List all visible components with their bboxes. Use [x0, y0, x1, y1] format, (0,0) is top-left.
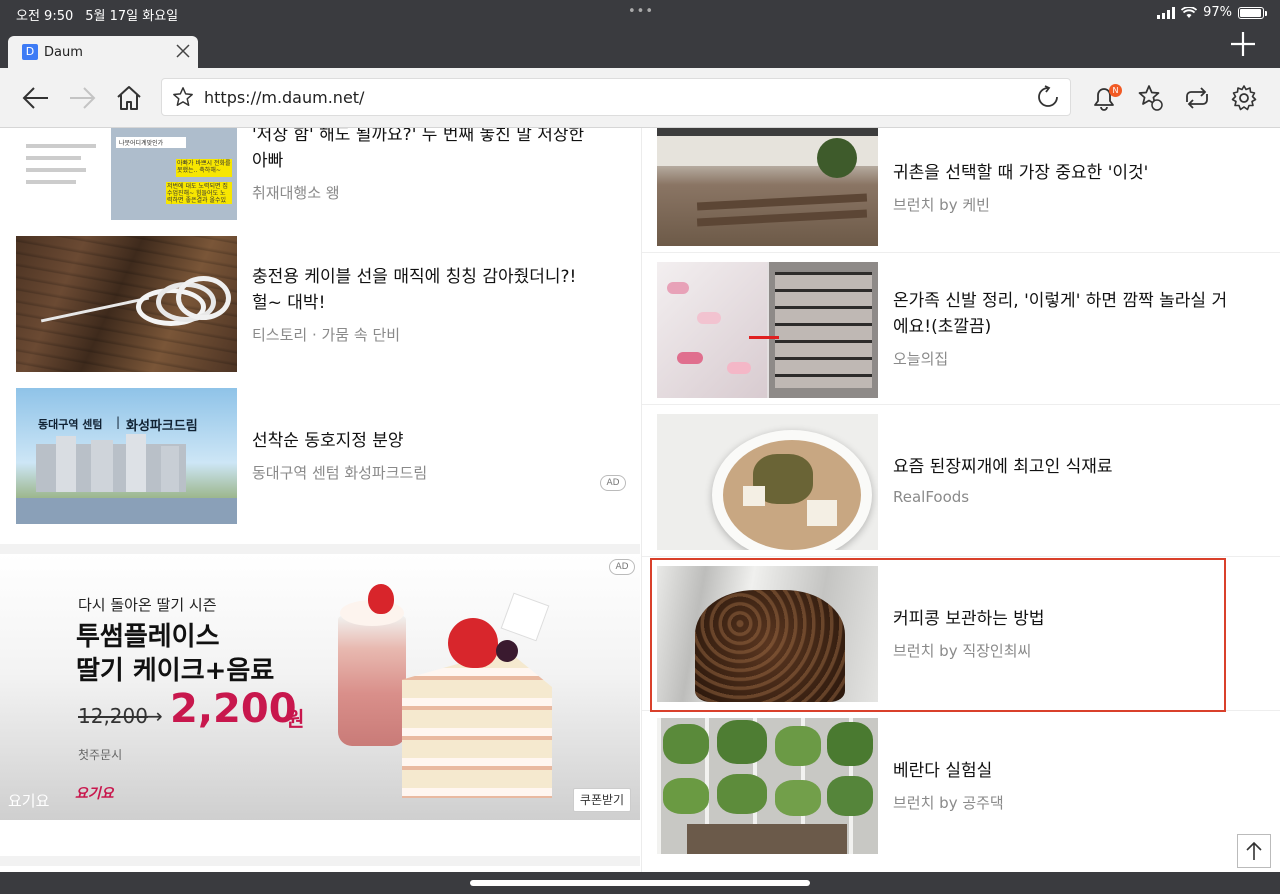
thumbnail-cable: [16, 236, 237, 372]
url-text[interactable]: https://m.daum.net/: [204, 88, 364, 107]
right-feed: 귀촌을 선택할 때 가장 중요한 '이것' 브런치 by 케빈 온가족 신발 정…: [641, 128, 1280, 872]
selection-highlight-box: [650, 558, 1226, 712]
list-item[interactable]: 귀촌을 선택할 때 가장 중요한 '이것' 브런치 by 케빈: [657, 128, 1267, 250]
label-divider: |: [116, 415, 121, 429]
apartment-label-2: 화성파크드림: [126, 419, 198, 434]
battery-icon: [1238, 6, 1267, 19]
multitasking-dots-icon[interactable]: •••: [628, 4, 654, 19]
share-icon[interactable]: [1181, 82, 1213, 114]
strawberry-top-image: [368, 584, 394, 614]
item-title[interactable]: 요즘 된장찌개에 최고인 식재료: [893, 454, 1263, 480]
banner-headline-1: 투썸플레이스: [76, 622, 220, 652]
address-bar[interactable]: https://m.daum.net/: [161, 78, 1071, 116]
list-item-ad[interactable]: 동대구역 센텀 | 화성파크드림 선착순 동호지정 분양 동대구역 센텀 화성파…: [16, 388, 626, 528]
item-title[interactable]: 충전용 케이블 선을 매직에 칭칭 감아줬더니?!: [252, 264, 576, 290]
daum-favicon-icon: D: [22, 44, 38, 60]
banner-note: 첫주문시: [78, 748, 123, 762]
cake-slice-image: [402, 650, 552, 798]
yogiyo-logo: 요기요: [75, 786, 114, 802]
item-title[interactable]: '저장 함' 해도 될까요?' 두 번째 놓친 말 저장한: [252, 128, 622, 148]
item-title-line2[interactable]: 헐~ 대박!: [252, 290, 325, 316]
notifications-button[interactable]: N: [1088, 82, 1122, 114]
section-divider: [0, 856, 640, 866]
list-item[interactable]: 온가족 신발 정리, '이렇게' 하면 깜짝 놀라실 거 에요!(초깔끔) 오늘…: [657, 262, 1267, 402]
home-indicator[interactable]: [470, 880, 810, 886]
item-title[interactable]: 베란다 실험실: [893, 758, 1263, 784]
web-content: 나뭇어디계맞인가 아빠가 바쁘시 전화를 못했는.. 축하해~ 저번에 대도 노…: [0, 128, 1280, 872]
bookmark-star-icon[interactable]: [172, 86, 194, 108]
item-source: RealFoods: [893, 488, 970, 506]
thumbnail-chat: 나뭇어디계맞인가 아빠가 바쁘시 전화를 못했는.. 축하해~ 저번에 대도 노…: [16, 128, 237, 220]
drink-cup-image: [338, 616, 406, 746]
item-title[interactable]: 선착순 동호지정 분양: [252, 428, 404, 454]
apartment-label-1: 동대구역 센텀: [38, 418, 103, 431]
forward-arrow-icon[interactable]: [66, 82, 98, 114]
cellular-signal-icon: [1157, 6, 1176, 19]
list-item[interactable]: 충전용 케이블 선을 매직에 칭칭 감아줬더니?! 헐~ 대박! 티스토리 · …: [16, 236, 626, 376]
section-divider: [0, 544, 640, 554]
banner-brand-left: 요기요: [8, 792, 50, 810]
new-tab-plus-icon[interactable]: [1230, 31, 1256, 57]
thumbnail-plants: [657, 718, 878, 854]
item-source: 취재대행소 왱: [252, 184, 340, 202]
tab-title: Daum: [44, 44, 83, 60]
coupon-button[interactable]: 쿠폰받기: [573, 788, 631, 812]
cake-blueberry-image: [496, 640, 518, 662]
banner-headline-2: 딸기 케이크+음료: [76, 656, 275, 686]
chat-header-text: 나뭇어디계맞인가: [116, 137, 186, 148]
item-title[interactable]: 온가족 신발 정리, '이렇게' 하면 깜짝 놀라실 거: [893, 288, 1263, 314]
thumbnail-shoes: [657, 262, 878, 398]
divider: [642, 252, 1280, 253]
item-source: 오늘의집: [893, 350, 949, 368]
cake-tag-image: [500, 592, 550, 642]
settings-gear-icon[interactable]: [1228, 82, 1260, 114]
banner-ad-badge: AD: [609, 559, 635, 575]
close-tab-icon[interactable]: [174, 42, 192, 60]
banner-price-arrow: →: [146, 704, 163, 728]
battery-percent: 97%: [1203, 5, 1232, 20]
banner-won: 원: [286, 707, 305, 731]
back-arrow-icon[interactable]: [20, 82, 52, 114]
thumbnail-field: [657, 128, 878, 246]
scroll-to-top-button[interactable]: [1237, 834, 1271, 868]
item-title[interactable]: 귀촌을 선택할 때 가장 중요한 '이것': [893, 160, 1263, 186]
banner-new-price: 2,200: [170, 686, 297, 732]
status-date: 5월 17일 화요일: [85, 9, 179, 24]
divider: [642, 404, 1280, 405]
status-time: 오전 9:50: [16, 9, 74, 24]
home-icon[interactable]: [113, 82, 145, 114]
ad-banner[interactable]: AD 다시 돌아온 딸기 시즌 투썸플레이스 딸기 케이크+음료 12,200 …: [0, 554, 640, 820]
tab-daum[interactable]: D Daum: [8, 36, 198, 68]
item-title-line2[interactable]: 에요!(초깔끔): [893, 314, 1263, 340]
thumbnail-stew: [657, 414, 878, 550]
list-item[interactable]: 베란다 실험실 브런치 by 공주댁: [657, 718, 1267, 858]
banner-subtitle: 다시 돌아온 딸기 시즌: [78, 596, 217, 614]
thumbnail-apartment: 동대구역 센텀 | 화성파크드림: [16, 388, 237, 524]
arrow-up-icon: [1246, 841, 1262, 860]
item-title-line2[interactable]: 아빠: [252, 148, 283, 174]
reload-icon[interactable]: [1036, 85, 1060, 109]
favorites-star-icon[interactable]: [1135, 82, 1167, 114]
item-source: 브런치 by 공주댁: [893, 794, 1004, 812]
banner-old-price: 12,200: [78, 704, 148, 728]
list-item[interactable]: 요즘 된장찌개에 최고인 식재료 RealFoods: [657, 414, 1267, 554]
tab-bar: D Daum: [0, 26, 1280, 68]
chat-bubble-2: 저번에 대도 노력되면 집수업진해~ 힘들어도 노력하면 좋은결과 올수있어~: [166, 182, 232, 204]
chat-bubble-1: 아빠가 바쁘시 전화를 못했는.. 축하해~: [176, 159, 232, 177]
home-indicator-bar: [0, 872, 1280, 894]
status-bar: 오전 9:50 5월 17일 화요일 ••• 97%: [0, 0, 1280, 26]
ad-badge: AD: [600, 475, 626, 491]
wifi-icon: [1181, 6, 1198, 18]
divider: [642, 556, 1280, 557]
notification-badge: N: [1109, 84, 1122, 97]
cake-strawberry-image: [448, 618, 498, 668]
browser-toolbar: https://m.daum.net/ N: [0, 68, 1280, 128]
left-feed: 나뭇어디계맞인가 아빠가 바쁘시 전화를 못했는.. 축하해~ 저번에 대도 노…: [0, 128, 640, 872]
item-source: 동대구역 센텀 화성파크드림: [252, 464, 428, 482]
list-item[interactable]: 나뭇어디계맞인가 아빠가 바쁘시 전화를 못했는.. 축하해~ 저번에 대도 노…: [16, 128, 626, 224]
item-source: 티스토리 · 가뭄 속 단비: [252, 326, 401, 344]
item-source: 브런치 by 케빈: [893, 196, 990, 214]
